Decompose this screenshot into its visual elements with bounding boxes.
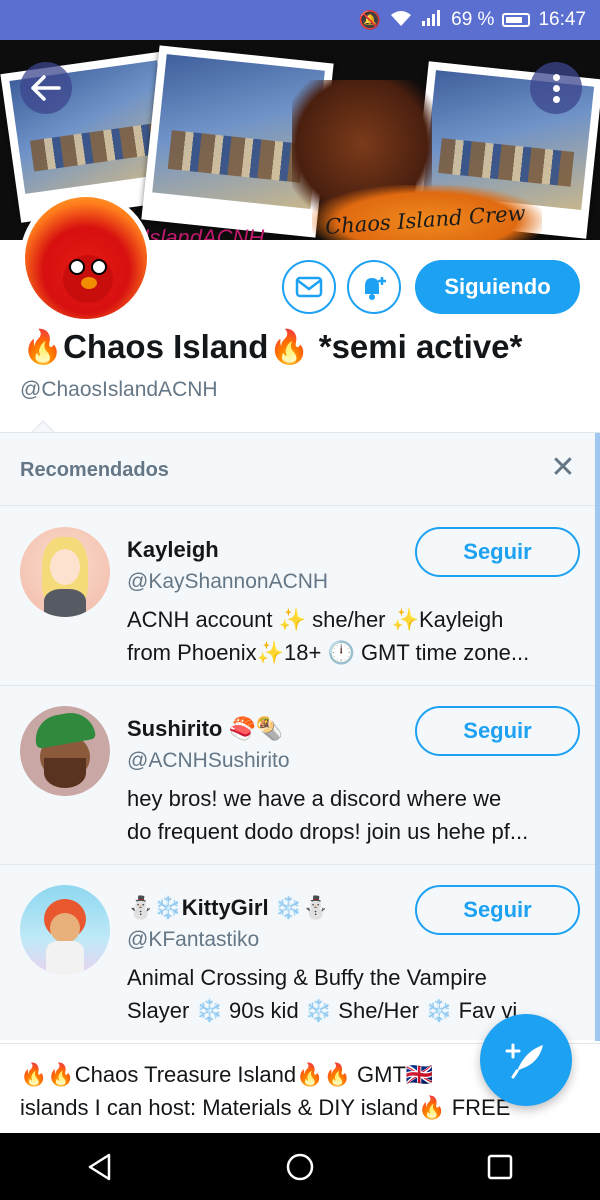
recommended-account[interactable]: Sushirito 🍣🌯 @ACNHSushirito hey bros! we… — [0, 686, 600, 865]
account-bio-line: ACNH account ✨ she/her ✨Kayleigh — [127, 607, 504, 632]
recents-square-icon[interactable] — [485, 1152, 515, 1182]
account-bio-line: Animal Crossing & Buffy the Vampire — [127, 965, 487, 990]
recommended-account[interactable]: Kayleigh @KayShannonACNH ACNH account ✨ … — [0, 507, 600, 686]
tweet-line: islands I can host: Materials & DIY isla… — [20, 1095, 511, 1120]
account-bio-line: from Phoenix✨18+ 🕛 GMT time zone... — [127, 640, 530, 665]
account-handle: @ACNHSushirito — [127, 749, 290, 772]
compose-tweet-button[interactable] — [480, 1014, 572, 1106]
display-name: 🔥Chaos Island🔥 *semi active* — [22, 328, 523, 365]
account-bio: ACNH account ✨ she/her ✨Kayleigh from Ph… — [127, 603, 579, 669]
more-options-button[interactable] — [530, 62, 582, 114]
bell-plus-icon — [365, 277, 386, 300]
follow-button[interactable]: Seguir — [415, 527, 580, 577]
follow-button[interactable]: Seguir — [415, 885, 580, 935]
profile-handle: @ChaosIslandACNH — [20, 378, 218, 401]
account-bio-line: do frequent dodo drops! join us hehe pf.… — [127, 819, 529, 844]
account-name: Sushirito 🍣🌯 — [127, 716, 284, 741]
battery-percent: 69 % — [451, 9, 495, 30]
battery-icon — [502, 13, 531, 27]
following-button[interactable]: Siguiendo — [415, 260, 580, 314]
status-bar: 🔕 69 % 16:47 — [0, 0, 600, 40]
recommended-title: Recomendados — [20, 459, 169, 481]
scrollbar[interactable] — [595, 433, 600, 1041]
account-bio-line: hey bros! we have a discord where we — [127, 786, 502, 811]
mail-icon — [295, 276, 323, 298]
mute-icon: 🔕 — [358, 9, 382, 30]
notifications-button[interactable] — [347, 260, 401, 314]
back-button[interactable] — [20, 62, 72, 114]
back-triangle-icon[interactable] — [85, 1152, 115, 1182]
profile-avatar[interactable] — [20, 192, 152, 324]
system-nav-bar — [0, 1133, 600, 1200]
signal-icon — [421, 9, 443, 32]
account-handle: @KFantastiko — [127, 928, 260, 951]
home-circle-icon[interactable] — [285, 1152, 315, 1182]
more-vertical-icon — [552, 73, 560, 103]
account-name: Kayleigh — [127, 537, 219, 562]
feather-plus-icon — [505, 1043, 543, 1079]
account-name: ⛄❄️KittyGirl ❄️⛄ — [127, 895, 330, 920]
account-avatar[interactable] — [20, 527, 110, 617]
account-handle: @KayShannonACNH — [127, 570, 329, 593]
back-arrow-icon — [31, 75, 61, 101]
account-avatar[interactable] — [20, 885, 110, 975]
recommended-panel: Recomendados ✕ Kayleigh @KayShannonACNH … — [0, 432, 600, 1044]
account-bio: hey bros! we have a discord where we do … — [127, 782, 579, 848]
message-button[interactable] — [282, 260, 336, 314]
close-icon[interactable]: ✕ — [548, 453, 578, 483]
account-avatar[interactable] — [20, 706, 110, 796]
recommended-header: Recomendados ✕ — [0, 433, 600, 506]
wifi-icon — [389, 9, 413, 32]
follow-button[interactable]: Seguir — [415, 706, 580, 756]
clock: 16:47 — [538, 9, 586, 30]
